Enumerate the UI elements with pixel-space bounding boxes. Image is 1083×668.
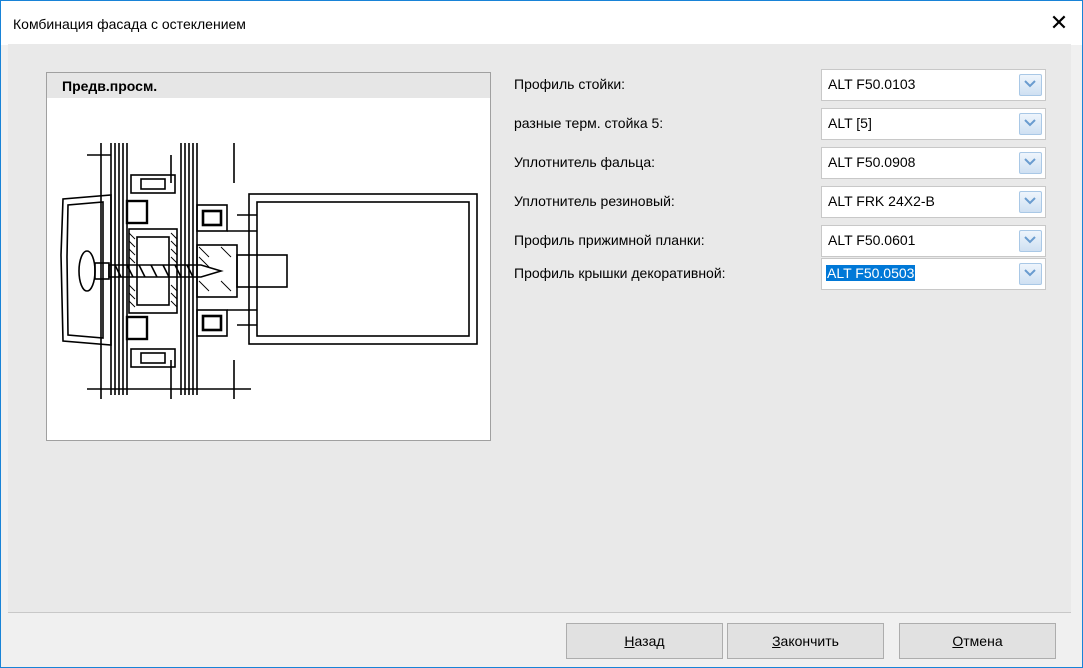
field-row-thermal-mullion: разные терм. стойка 5: ALT [5] (0, 105, 1083, 141)
rebate-gasket-value: ALT F50.0908 (828, 154, 916, 170)
decorative-cap-label: Профиль крышки декоративной: (514, 265, 726, 281)
mullion-profile-label: Профиль стойки: (514, 76, 626, 92)
field-row-pressure-plate: Профиль прижимной планки: ALT F50.0601 (0, 222, 1083, 258)
window-title: Комбинация фасада с остеклением (13, 16, 246, 32)
field-row-rebate-gasket: Уплотнитель фальца: ALT F50.0908 (0, 144, 1083, 180)
field-row-mullion-profile: Профиль стойки: ALT F50.0103 (0, 66, 1083, 102)
cancel-button-label: тмена (963, 633, 1003, 649)
finish-button[interactable]: Закончить (727, 623, 884, 659)
rebate-gasket-select[interactable]: ALT F50.0908 (821, 147, 1046, 179)
back-button[interactable]: Назад (566, 623, 723, 659)
thermal-mullion-label: разные терм. стойка 5: (514, 115, 664, 131)
chevron-down-icon[interactable] (1019, 191, 1042, 213)
rebate-gasket-label: Уплотнитель фальца: (514, 154, 656, 170)
chevron-down-icon[interactable] (1019, 152, 1042, 174)
finish-button-label: акончить (780, 633, 839, 649)
pressure-plate-label: Профиль прижимной планки: (514, 232, 705, 248)
thermal-mullion-value: ALT [5] (828, 115, 872, 131)
mullion-profile-value: ALT F50.0103 (828, 76, 916, 92)
decorative-cap-value: ALT F50.0503 (826, 265, 916, 281)
chevron-down-icon[interactable] (1019, 230, 1042, 252)
title-bar[interactable]: Комбинация фасада с остеклением ✕ (1, 1, 1082, 45)
cancel-button-mnemonic: О (952, 633, 964, 649)
close-button[interactable]: ✕ (1036, 1, 1082, 45)
back-button-mnemonic: Н (624, 633, 635, 649)
rubber-gasket-select[interactable]: ALT FRK 24X2-B (821, 186, 1046, 218)
pressure-plate-value: ALT F50.0601 (828, 232, 916, 248)
decorative-cap-select[interactable]: ALT F50.0503 (821, 258, 1046, 290)
cancel-button[interactable]: Отмена (899, 623, 1056, 659)
back-button-label: азад (634, 633, 665, 649)
mullion-profile-select[interactable]: ALT F50.0103 (821, 69, 1046, 101)
thermal-mullion-select[interactable]: ALT [5] (821, 108, 1046, 140)
chevron-down-icon[interactable] (1019, 74, 1042, 96)
chevron-down-icon[interactable] (1019, 263, 1042, 285)
pressure-plate-select[interactable]: ALT F50.0601 (821, 225, 1046, 257)
field-row-rubber-gasket: Уплотнитель резиновый: ALT FRK 24X2-B (0, 183, 1083, 219)
finish-button-mnemonic: З (772, 633, 781, 649)
chevron-down-icon[interactable] (1019, 113, 1042, 135)
rubber-gasket-value: ALT FRK 24X2-B (828, 193, 935, 209)
rubber-gasket-label: Уплотнитель резиновый: (514, 193, 675, 209)
field-row-decorative-cap: Профиль крышки декоративной: ALT F50.050… (0, 255, 1083, 291)
close-icon: ✕ (1049, 10, 1069, 35)
